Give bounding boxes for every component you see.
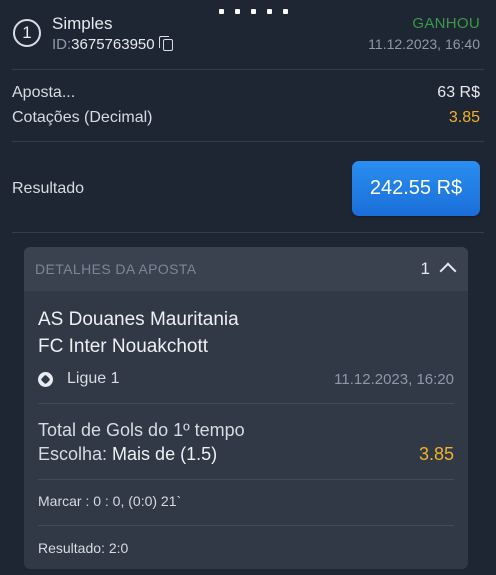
bet-id-value: 3675763950 bbox=[71, 36, 155, 53]
odds-value: 3.85 bbox=[448, 109, 480, 126]
score-line: Marcar : 0 : 0, (0:0) 21` bbox=[38, 493, 182, 509]
copy-icon[interactable] bbox=[158, 35, 173, 51]
away-team: FC Inter Nouakchott bbox=[38, 336, 209, 357]
pick-label: Escolha: bbox=[38, 444, 113, 464]
stake-label: Aposta... bbox=[12, 84, 76, 101]
pick-row: Escolha: Mais de (1.5) bbox=[38, 444, 217, 465]
chevron-up-icon[interactable] bbox=[439, 262, 457, 280]
soccer-ball-icon bbox=[38, 371, 53, 387]
league-row: Ligue 1 bbox=[38, 370, 120, 388]
match-date: 11.12.2023, 16:20 bbox=[334, 371, 454, 388]
divider bbox=[12, 232, 484, 233]
bet-details-panel: DETALHES DA APOSTA 1 AS Douanes Mauritan… bbox=[24, 247, 468, 569]
odds-label: Cotações (Decimal) bbox=[12, 109, 153, 126]
league-name: Ligue 1 bbox=[67, 370, 120, 387]
dot bbox=[251, 9, 256, 14]
bet-date: 11.12.2023, 16:40 bbox=[368, 36, 480, 52]
divider bbox=[12, 141, 484, 142]
result-label: Resultado bbox=[12, 180, 85, 197]
dot bbox=[235, 9, 240, 14]
home-team: AS Douanes Mauritania bbox=[38, 309, 239, 330]
divider bbox=[38, 403, 454, 404]
dot bbox=[219, 9, 224, 14]
dot bbox=[267, 9, 272, 14]
divider bbox=[12, 69, 484, 70]
bet-details-count: 1 bbox=[420, 259, 430, 278]
result-amount-button[interactable]: 242.55 R$ bbox=[352, 161, 480, 216]
market-name: Total de Gols do 1º tempo bbox=[38, 420, 245, 440]
index-badge-icon: 1 bbox=[13, 19, 41, 47]
divider bbox=[38, 525, 454, 526]
stake-value: 63 R$ bbox=[437, 84, 480, 101]
bet-id-label: ID: bbox=[52, 36, 72, 53]
divider bbox=[38, 479, 454, 480]
final-result: Resultado: 2:0 bbox=[38, 540, 129, 556]
pick-value: Mais de (1.5) bbox=[112, 444, 218, 464]
status-indicator-dots bbox=[219, 9, 288, 14]
bet-details-header[interactable]: DETALHES DA APOSTA 1 bbox=[24, 247, 468, 291]
dot bbox=[283, 9, 288, 14]
bet-details-title: DETALHES DA APOSTA bbox=[35, 261, 197, 277]
bet-id: ID: 3675763950 bbox=[52, 35, 173, 53]
bet-status: GANHOU bbox=[412, 15, 480, 32]
pick-odds: 3.85 bbox=[418, 444, 454, 464]
bet-type: Simples bbox=[52, 14, 113, 33]
